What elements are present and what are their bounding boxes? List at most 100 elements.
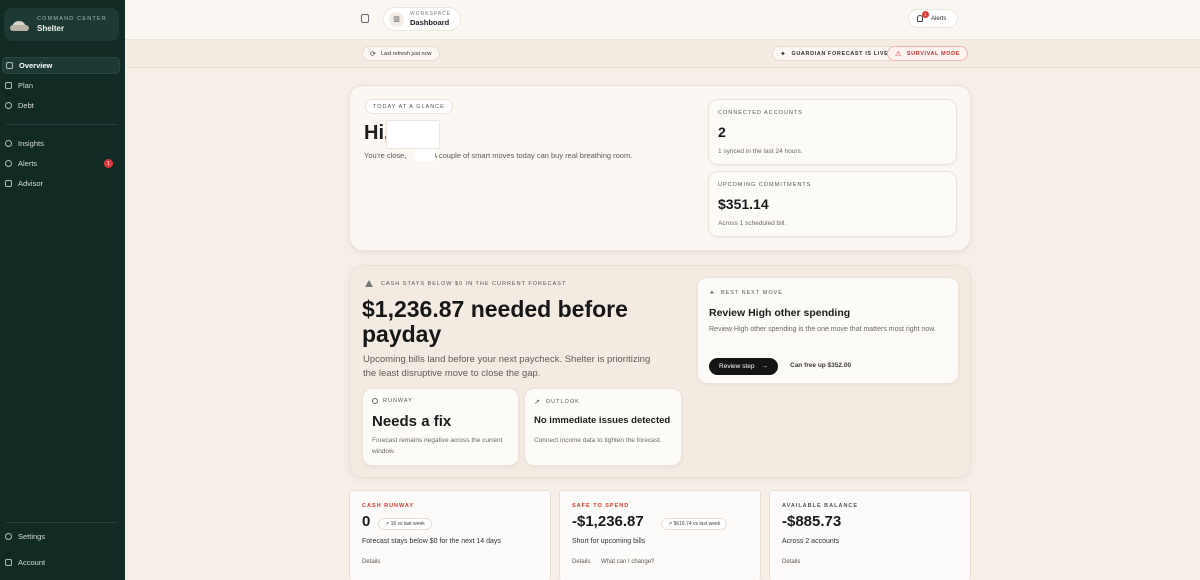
bell-icon: 1 <box>917 11 929 22</box>
glance-sub-prefix: You're close, <box>364 151 407 160</box>
arrow-right-icon: → <box>761 363 768 370</box>
review-step-label: Review step <box>719 363 755 370</box>
glance-chip-text: Today at a glance <box>373 103 445 110</box>
workspace-eyebrow: Workspace <box>410 11 452 17</box>
survival-mode-text: Survival mode <box>906 50 960 57</box>
outlook-label-text: Outlook <box>545 399 580 405</box>
safe-to-spend-label: Safe to spend <box>572 503 630 509</box>
brand-name: Shelter <box>37 24 65 33</box>
cash-runway-value: 0 <box>362 513 371 530</box>
sparkle-icon: ✦ <box>709 290 716 297</box>
forecast-live-text: Guardian forecast is live <box>791 50 889 57</box>
shelter-logo-icon <box>10 17 30 33</box>
alerts-button[interactable]: 1 Alerts <box>908 9 958 28</box>
upcoming-commitments-card[interactable]: Upcoming commitments $351.14 Across 1 sc… <box>708 171 957 237</box>
chat-icon <box>5 180 12 187</box>
cash-runway-details-link[interactable]: Details <box>362 559 380 565</box>
forecast-live-chip: ✦ Guardian forecast is live <box>772 46 897 61</box>
warning-icon <box>365 280 373 287</box>
upcoming-commitments-note: Across 1 scheduled bill. <box>718 220 787 227</box>
sidebar-divider <box>6 124 118 125</box>
runway-card[interactable]: Runway Needs a fix Forecast remains nega… <box>362 388 519 466</box>
available-balance-card: Available balance -$885.73 Across 2 acco… <box>769 490 971 580</box>
top-bar: ▥ Workspace Dashboard 1 Alerts <box>125 0 1200 40</box>
glance-chip: Today at a glance <box>365 99 453 114</box>
sidebar-item-alerts[interactable]: Alerts 1 <box>2 155 120 172</box>
cash-runway-note: Forecast stays below $0 for the next 14 … <box>362 538 501 545</box>
bar-chart-icon: ▥ <box>389 11 404 27</box>
best-next-move-label-text: Best next move <box>720 290 783 296</box>
safe-to-spend-note: Short for upcoming bills <box>572 538 646 545</box>
upcoming-commitments-value: $351.14 <box>718 196 769 212</box>
available-balance-details-link[interactable]: Details <box>782 559 800 565</box>
sidebar-item-settings[interactable]: Settings <box>2 528 120 545</box>
what-can-i-change-link[interactable]: What can I change? <box>601 559 654 565</box>
alerts-count-badge: 1 <box>104 159 113 168</box>
sidebar-item-debt[interactable]: Debt <box>2 97 120 114</box>
last-refresh-chip[interactable]: ⟳ Last refresh just now <box>362 46 440 61</box>
sidebar-item-overview[interactable]: Overview <box>2 57 120 74</box>
logout-icon <box>5 559 12 566</box>
sidebar-divider <box>6 522 118 523</box>
sidebar: Command Center Shelter Overview Plan Deb… <box>0 0 125 580</box>
connected-accounts-card[interactable]: Connected accounts 2 1 synced in the las… <box>708 99 957 165</box>
outlook-card[interactable]: ↗ Outlook No immediate issues detected C… <box>524 388 682 466</box>
runway-label: Runway <box>372 398 413 404</box>
brand-switcher[interactable]: Command Center Shelter <box>4 8 119 41</box>
sidebar-item-label: Overview <box>19 61 53 70</box>
workspace-name: Dashboard <box>410 18 450 27</box>
grid-icon <box>6 62 13 69</box>
forecast-headline: $1,236.87 needed before payday <box>362 296 628 347</box>
sidebar-item-label: Alerts <box>18 159 38 168</box>
sidebar-item-label: Plan <box>18 81 34 90</box>
available-balance-label: Available balance <box>782 503 859 509</box>
workspace-switcher[interactable]: ▥ Workspace Dashboard <box>383 7 461 31</box>
forecast-warning-text: Cash stays below $0 in the current forec… <box>381 280 567 287</box>
last-refresh-text: Last refresh just now <box>380 50 432 57</box>
best-next-move-body: Review High other spending is the one mo… <box>709 326 936 333</box>
forecast-warning: Cash stays below $0 in the current forec… <box>365 280 566 287</box>
review-step-button[interactable]: Review step → <box>709 358 778 375</box>
status-strip: ⟳ Last refresh just now ✦ Guardian forec… <box>125 40 1200 68</box>
available-balance-note: Across 2 accounts <box>782 538 840 545</box>
safe-to-spend-card: Safe to spend -$1,236.87 ↗ $616.74 vs la… <box>559 490 761 580</box>
trend-up-icon: ↗ <box>534 399 541 406</box>
best-next-move-label: ✦ Best next move <box>709 289 783 297</box>
sidebar-item-insights[interactable]: Insights <box>2 135 120 152</box>
outlook-heading: No immediate issues detected <box>534 415 671 426</box>
sparkle-icon: ✦ <box>780 50 787 58</box>
alerts-label: Alerts <box>931 15 947 22</box>
safe-to-spend-value: -$1,236.87 <box>572 513 644 530</box>
sidebar-toggle-icon[interactable] <box>361 14 369 23</box>
sidebar-item-label: Account <box>18 558 46 567</box>
sidebar-item-label: Insights <box>18 139 44 148</box>
sidebar-item-label: Advisor <box>18 179 44 188</box>
forecast-body: Upcoming bills land before your next pay… <box>363 354 651 379</box>
glance-sub-suffix: A couple of smart moves today can buy re… <box>432 151 633 160</box>
cash-runway-label: Cash runway <box>362 503 415 509</box>
sidebar-item-plan[interactable]: Plan <box>2 77 120 94</box>
best-next-move-title: Review High other spending <box>709 307 851 319</box>
best-next-move-card: ✦ Best next move Review High other spend… <box>697 277 959 384</box>
warning-icon: ⚠ <box>895 50 902 58</box>
outlook-body: Connect income data to tighten the forec… <box>534 437 662 444</box>
target-icon <box>5 102 12 109</box>
redacted-name-small <box>415 149 435 161</box>
sidebar-item-account[interactable]: Account <box>2 554 120 571</box>
safe-to-spend-delta: ↗ $616.74 vs last week <box>661 518 728 530</box>
connected-accounts-value: 2 <box>718 124 726 140</box>
clock-icon <box>372 398 378 404</box>
runway-body: Forecast remains negative across the cur… <box>372 437 503 455</box>
available-balance-value: -$885.73 <box>782 513 842 530</box>
safe-to-spend-details-link[interactable]: Details <box>572 559 590 565</box>
brand-eyebrow: Command Center <box>37 16 107 22</box>
refresh-icon: ⟳ <box>370 50 376 58</box>
free-up-amount: Can free up $352.00 <box>790 362 852 369</box>
lightbulb-icon <box>5 140 12 147</box>
bell-icon <box>5 160 12 167</box>
sidebar-item-advisor[interactable]: Advisor <box>2 175 120 192</box>
connected-accounts-label: Connected accounts <box>718 110 803 116</box>
survival-mode-chip[interactable]: ⚠ Survival mode <box>887 46 968 61</box>
gear-icon <box>5 533 12 540</box>
connected-accounts-note: 1 synced in the last 24 hours. <box>718 148 803 155</box>
